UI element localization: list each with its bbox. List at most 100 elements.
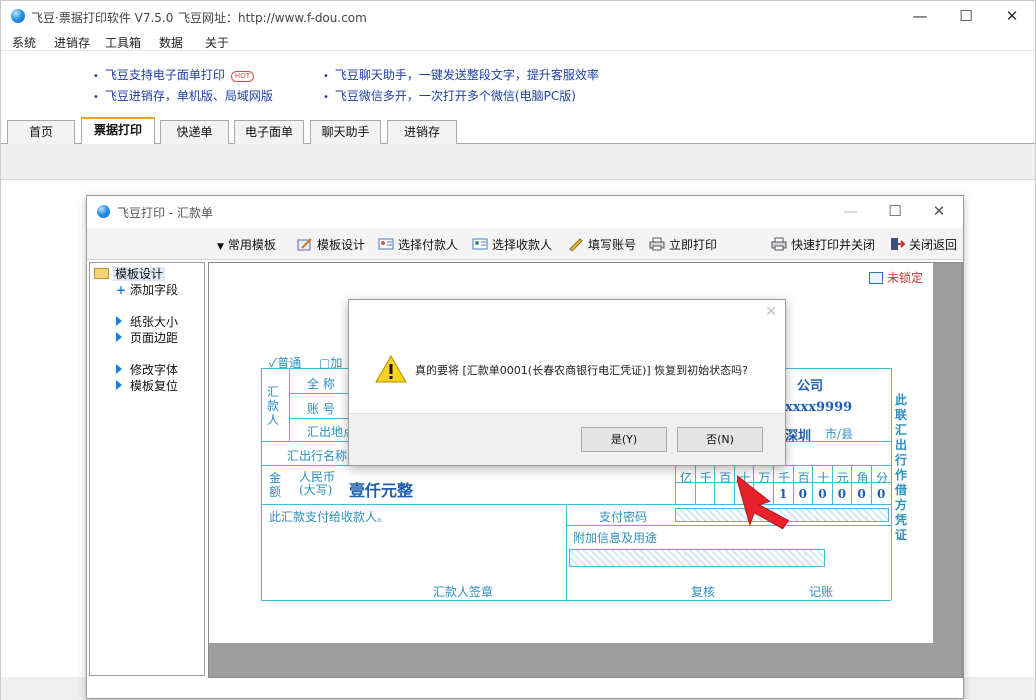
tab-receipt-print[interactable]: 票据打印 (81, 117, 155, 145)
inner-title-bar: 飞豆打印 - 汇款单 — ☐ ✕ (87, 196, 963, 226)
print-now-button[interactable]: 立即打印 (649, 236, 717, 253)
app-logo-icon (97, 205, 110, 218)
close-return-button[interactable]: 关闭返回 (889, 236, 957, 253)
folder-icon (94, 268, 109, 279)
digit-header: 亿 (680, 471, 693, 485)
tab-express[interactable]: 快递单 (160, 120, 229, 144)
lock-toggle[interactable]: 未锁定 (868, 269, 923, 286)
no-button[interactable]: 否(N) (677, 427, 763, 452)
tree-item-page-margin[interactable]: 页面边距 (116, 329, 178, 346)
close-button[interactable]: ✕ (989, 1, 1035, 31)
tab-chat-helper[interactable]: 聊天助手 (310, 120, 381, 144)
tab-strip: 首页 票据打印 快递单 电子面单 聊天助手 进销存 (1, 114, 1035, 145)
digit-divider (851, 465, 853, 504)
side-note: 此联汇出行作借方凭证 (895, 393, 908, 542)
inner-close-button[interactable]: ✕ (917, 196, 961, 226)
digit-value: 0 (837, 487, 847, 501)
caret-down-icon: ▼ (217, 242, 224, 252)
printer-icon (771, 237, 787, 251)
inner-minimize-button[interactable]: — (829, 196, 873, 226)
mode-urgent-check[interactable]: ▢加 (319, 354, 342, 371)
menu-about[interactable]: 关于 (205, 34, 229, 51)
inner-window-title: 飞豆打印 - 汇款单 (117, 206, 213, 220)
ad-link-wechat[interactable]: • 飞豆微信多开，一次打开多个微信(电脑PC版) (323, 87, 576, 104)
select-payer-button[interactable]: 选择付款人 (378, 236, 458, 253)
form-line (289, 368, 290, 441)
digit-divider (831, 465, 833, 504)
tree-item-paper-size[interactable]: 纸张大小 (116, 313, 178, 330)
digit-value: 0 (857, 487, 866, 501)
amount-label: 金额 (269, 471, 282, 499)
tree-item-reset-template[interactable]: 模板复位 (116, 377, 178, 394)
extra-info-field[interactable] (569, 549, 825, 567)
tree-item-change-font[interactable]: 修改字体 (116, 361, 178, 378)
red-arrow-pointer-icon (737, 473, 790, 530)
dialog-close-button[interactable]: ✕ (765, 304, 777, 320)
printer-icon (649, 237, 665, 251)
menu-toolbox[interactable]: 工具箱 (105, 34, 141, 51)
template-design-button[interactable]: 模板设计 (297, 236, 365, 253)
plus-icon: + (116, 283, 127, 297)
digit-divider (733, 465, 735, 504)
digit-header: 千 (699, 471, 712, 485)
menu-inventory[interactable]: 进销存 (54, 34, 90, 51)
toolbar: ▼ 常用模板 模板设计 选择付款人 选择收款人 填写账号 立即打印 快速打印并关闭… (87, 228, 963, 260)
review-label: 复核 (691, 585, 716, 599)
arrow-right-icon (116, 332, 122, 342)
full-name-label: 全 称 (307, 377, 335, 391)
mode-normal-check[interactable]: ✓普通 (269, 354, 301, 371)
inner-maximize-button[interactable]: ☐ (873, 196, 917, 226)
menu-bar: 系统 进销存 工具箱 数据 关于 (1, 31, 1035, 51)
digit-header: 角 (856, 471, 869, 485)
arrow-right-icon (116, 364, 122, 374)
account-label: 账 号 (307, 402, 335, 416)
contact-card-icon (378, 238, 394, 250)
form-line (566, 525, 891, 526)
bullet-icon: • (93, 71, 99, 82)
reset-confirm-dialog: ✕ 真的要将 [汇款单0001(长春农商银行电汇凭证)] 恢复到初始状态吗? 是… (348, 299, 786, 466)
payee-account-value: xxxx9999 (785, 400, 853, 415)
digit-header: 分 (876, 471, 889, 485)
payee-name-value: 公司 (797, 379, 824, 394)
warning-icon (375, 354, 407, 383)
digit-value: 0 (877, 487, 886, 501)
form-line (566, 504, 567, 600)
from-bank-label: 汇出行名称 (287, 449, 348, 463)
ad-link-inventory[interactable]: • 飞豆进销存，单机版、局域网版 (93, 87, 273, 104)
dialog-button-bar: 是(Y) 否(N) (349, 413, 785, 465)
digit-header: 元 (836, 471, 849, 485)
form-line (289, 393, 349, 394)
menu-data[interactable]: 数据 (159, 34, 183, 51)
app-title: 飞豆·票据打印软件 V7.5.0 (31, 11, 174, 25)
digit-header: 十 (817, 471, 830, 485)
bullet-icon: • (323, 71, 329, 82)
pay-note: 此汇款支付给收款人。 (269, 510, 390, 524)
digit-divider (812, 465, 814, 504)
tab-home[interactable]: 首页 (7, 120, 75, 144)
tab-e-waybill[interactable]: 电子面单 (234, 120, 304, 144)
tab-inventory[interactable]: 进销存 (387, 120, 457, 144)
form-border-bottom (261, 600, 891, 601)
fill-account-button[interactable]: 填写账号 (568, 236, 636, 253)
yes-button[interactable]: 是(Y) (581, 427, 667, 452)
minimize-button[interactable]: — (897, 1, 943, 31)
app-website: 飞豆网址：http://www.f-dou.com (178, 11, 367, 25)
form-border-right (891, 368, 892, 600)
ad-link-chat[interactable]: • 飞豆聊天助手，一键发送整段文字，提升客服效率 (323, 66, 599, 83)
tree-item-add-field[interactable]: + 添加字段 (116, 281, 178, 298)
tree-root-template-design[interactable]: 模板设计 (94, 265, 166, 282)
maximize-button[interactable]: ☐ (943, 1, 989, 31)
template-dropdown[interactable]: ▼ 常用模板 (217, 236, 276, 253)
contact-card-icon (472, 238, 488, 250)
title-bar: 飞豆·票据打印软件 V7.5.0 飞豆网址：http://www.f-dou.c… (1, 1, 1035, 31)
quick-print-close-button[interactable]: 快速打印并关闭 (771, 236, 875, 253)
exit-door-icon (891, 238, 905, 250)
ad-link-eorder[interactable]: • 飞豆支持电子面单打印 HOT (93, 66, 254, 83)
extra-info-label: 附加信息及用途 (573, 531, 658, 545)
pencil-icon (569, 238, 583, 251)
payee-city-value: 深圳 (785, 429, 812, 444)
menu-system[interactable]: 系统 (12, 34, 36, 51)
bullet-icon: • (93, 92, 99, 103)
select-payee-button[interactable]: 选择收款人 (472, 236, 552, 253)
rmb-label: 人民币 (大写) (299, 470, 336, 497)
